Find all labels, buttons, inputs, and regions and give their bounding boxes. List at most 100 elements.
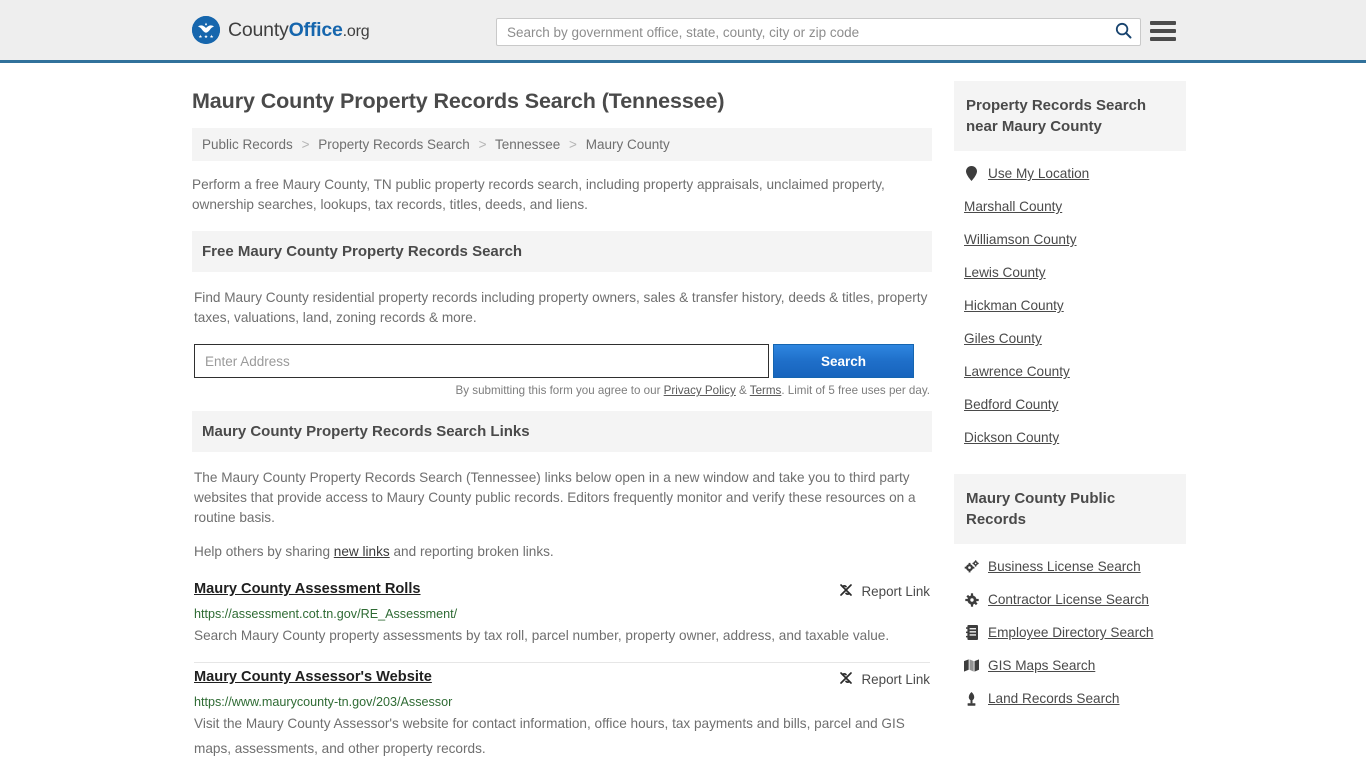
cogs-icon — [964, 559, 979, 574]
result-header: Maury County Assessor's Website Report L… — [194, 669, 930, 689]
sidebar-link-label[interactable]: Use My Location — [988, 166, 1089, 181]
sidebar-link-label[interactable]: Williamson County — [964, 232, 1077, 247]
report-link-button[interactable]: Report Link — [838, 669, 930, 689]
breadcrumb: Public Records > Property Records Search… — [192, 128, 932, 161]
sidebar-item-business-license-search[interactable]: Business License Search — [954, 550, 1186, 583]
main-column: Maury County Property Records Search (Te… — [192, 63, 932, 768]
sidebar-link-label[interactable]: Contractor License Search — [988, 592, 1149, 607]
sidebar-public-records-heading: Maury County Public Records — [954, 474, 1186, 544]
hamburger-menu-icon[interactable] — [1150, 19, 1176, 43]
sidebar-link-label[interactable]: Employee Directory Search — [988, 625, 1153, 640]
hamburger-bar — [1150, 29, 1176, 33]
sidebar-item-dickson-county[interactable]: Dickson County — [954, 421, 1186, 454]
hamburger-bar — [1150, 21, 1176, 25]
sidebar-nearby-heading: Property Records Search near Maury Count… — [954, 81, 1186, 151]
new-links-link[interactable]: new links — [334, 544, 390, 559]
result-item: Maury County Assessment Rolls Report Lin… — [194, 575, 930, 662]
breadcrumb-item-maury-county[interactable]: Maury County — [586, 137, 670, 152]
global-search-box[interactable] — [496, 18, 1141, 46]
sidebar-item-gis-maps-search[interactable]: GIS Maps Search — [954, 649, 1186, 682]
intro-paragraph: Perform a free Maury County, TN public p… — [192, 177, 885, 212]
address-book-icon — [964, 625, 979, 640]
report-link-button[interactable]: Report Link — [838, 581, 930, 601]
address-search-button[interactable]: Search — [773, 344, 914, 378]
map-icon — [964, 659, 979, 672]
form-legal-text: By submitting this form you agree to our… — [194, 384, 930, 397]
sidebar-nearby-list: Use My Location Marshall County Williams… — [954, 151, 1186, 454]
result-title-link[interactable]: Maury County Assessment Rolls — [194, 581, 421, 597]
result-header: Maury County Assessment Rolls Report Lin… — [194, 581, 930, 601]
logo-text-org: .org — [342, 22, 370, 40]
result-url: https://assessment.cot.tn.gov/RE_Assessm… — [194, 607, 458, 621]
sidebar-item-marshall-county[interactable]: Marshall County — [954, 190, 1186, 223]
sidebar-item-land-records-search[interactable]: Land Records Search — [954, 682, 1186, 715]
sidebar-link-label[interactable]: Dickson County — [964, 430, 1059, 445]
logo-text-office: Office — [288, 18, 343, 41]
help-line: Help others by sharing new links and rep… — [194, 544, 930, 559]
result-url: https://www.maurycounty-tn.gov/203/Asses… — [194, 695, 453, 709]
logo-text-county: County — [228, 18, 289, 41]
terms-link[interactable]: Terms — [750, 384, 782, 397]
address-search-form: Search — [194, 344, 930, 378]
eagle-seal-logo-icon — [192, 16, 220, 44]
map-marker-icon — [964, 166, 979, 181]
result-item: Maury County Assessor's Website Report L… — [194, 662, 930, 768]
sidebar-nearby-block: Property Records Search near Maury Count… — [954, 81, 1186, 454]
monument-icon — [964, 691, 979, 706]
page-title: Maury County Property Records Search (Te… — [192, 89, 725, 113]
sidebar-link-label[interactable]: Lewis County — [964, 265, 1046, 280]
sidebar-public-records-block: Maury County Public Records Business Lic… — [954, 474, 1186, 715]
cog-icon — [964, 592, 979, 607]
sidebar-link-label[interactable]: Bedford County — [964, 397, 1058, 412]
hamburger-bar — [1150, 37, 1176, 41]
breadcrumb-item-public-records[interactable]: Public Records — [202, 137, 293, 152]
legal-amp: & — [735, 384, 750, 397]
legal-prefix: By submitting this form you agree to our — [455, 384, 664, 397]
sidebar-item-williamson-county[interactable]: Williamson County — [954, 223, 1186, 256]
search-input[interactable] — [497, 19, 1106, 45]
site-logo[interactable]: CountyOffice.org — [192, 16, 370, 44]
sidebar-item-bedford-county[interactable]: Bedford County — [954, 388, 1186, 421]
free-search-heading: Free Maury County Property Records Searc… — [192, 231, 932, 272]
privacy-policy-link[interactable]: Privacy Policy — [664, 384, 736, 397]
report-link-label: Report Link — [861, 584, 930, 599]
broken-link-icon — [838, 670, 854, 689]
site-header: CountyOffice.org — [0, 0, 1366, 63]
breadcrumb-separator: > — [478, 137, 487, 152]
sidebar-item-lewis-county[interactable]: Lewis County — [954, 256, 1186, 289]
result-description: Visit the Maury County Assessor's websit… — [194, 716, 905, 756]
sidebar-link-label[interactable]: Business License Search — [988, 559, 1141, 574]
sidebar-item-giles-county[interactable]: Giles County — [954, 322, 1186, 355]
sidebar-link-label[interactable]: Lawrence County — [964, 364, 1070, 379]
free-search-description: Find Maury County residential property r… — [194, 290, 928, 325]
help-suffix: and reporting broken links. — [389, 544, 554, 559]
sidebar-item-lawrence-county[interactable]: Lawrence County — [954, 355, 1186, 388]
sidebar-link-label[interactable]: Giles County — [964, 331, 1042, 346]
sidebar-item-contractor-license-search[interactable]: Contractor License Search — [954, 583, 1186, 616]
broken-link-icon — [838, 582, 854, 601]
sidebar-link-label[interactable]: GIS Maps Search — [988, 658, 1095, 673]
help-prefix: Help others by sharing — [194, 544, 334, 559]
sidebar-item-use-my-location[interactable]: Use My Location — [954, 157, 1186, 190]
legal-suffix: . Limit of 5 free uses per day. — [781, 384, 930, 397]
report-link-label: Report Link — [861, 672, 930, 687]
breadcrumb-item-property-records-search[interactable]: Property Records Search — [318, 137, 470, 152]
result-description: Search Maury County property assessments… — [194, 628, 890, 643]
search-submit-button[interactable] — [1106, 19, 1140, 45]
breadcrumb-separator: > — [301, 137, 310, 152]
sidebar: Property Records Search near Maury Count… — [954, 63, 1186, 768]
address-input[interactable] — [194, 344, 769, 378]
sidebar-public-records-list: Business License Search Contractor Licen… — [954, 544, 1186, 715]
result-title-link[interactable]: Maury County Assessor's Website — [194, 669, 432, 685]
links-section-paragraph: The Maury County Property Records Search… — [194, 470, 916, 525]
sidebar-item-hickman-county[interactable]: Hickman County — [954, 289, 1186, 322]
page-container: Maury County Property Records Search (Te… — [0, 63, 1366, 768]
sidebar-item-employee-directory-search[interactable]: Employee Directory Search — [954, 616, 1186, 649]
breadcrumb-item-tennessee[interactable]: Tennessee — [495, 137, 560, 152]
sidebar-link-label[interactable]: Marshall County — [964, 199, 1062, 214]
breadcrumb-separator: > — [569, 137, 577, 152]
search-icon — [1115, 22, 1132, 42]
links-section-body: The Maury County Property Records Search… — [192, 452, 932, 768]
sidebar-link-label[interactable]: Hickman County — [964, 298, 1064, 313]
sidebar-link-label[interactable]: Land Records Search — [988, 691, 1119, 706]
